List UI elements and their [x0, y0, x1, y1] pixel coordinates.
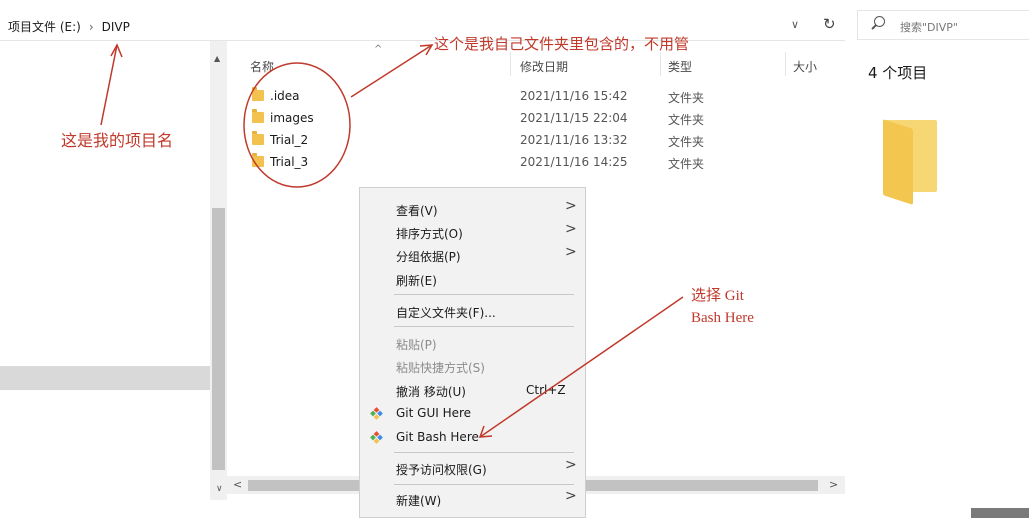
annotation-arrow: [479, 296, 684, 438]
annotation-circle: [243, 62, 351, 188]
annotation-arrow: [350, 44, 433, 98]
annotation-overlay: [100, 43, 684, 438]
annotation-arrow: [100, 44, 118, 126]
